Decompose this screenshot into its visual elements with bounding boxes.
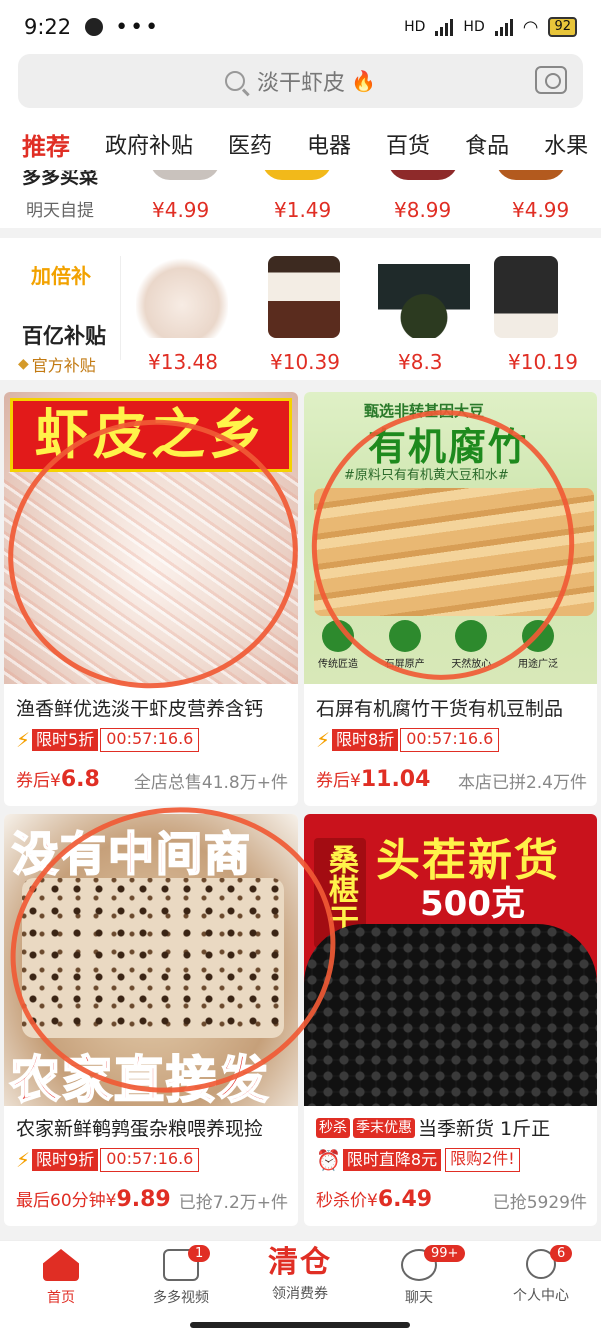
product-price: ¥10.39 xyxy=(270,350,340,374)
product-price: ¥8.99 xyxy=(394,198,452,222)
subsidy-title: 百亿补贴 xyxy=(22,324,106,348)
search-query: 淡干虾皮 xyxy=(257,71,346,96)
home-indicator[interactable] xyxy=(190,1322,410,1328)
tab-fruit[interactable]: 水果 xyxy=(544,128,588,160)
clock: 9:22 xyxy=(24,15,72,39)
lightning-icon: ⚡ xyxy=(316,728,331,752)
purchase-limit: 限购2件! xyxy=(445,1148,520,1172)
product-price: ¥8.3 xyxy=(398,350,443,374)
hot-flame-icon: 🔥 xyxy=(351,69,376,93)
tab-appliance[interactable]: 电器 xyxy=(307,128,351,160)
grocery-label: 多多买菜 xyxy=(22,170,99,188)
lightning-icon: ⚡ xyxy=(16,728,31,752)
flash-sale-tag: ⚡ 限时5折 00:57:16.6 xyxy=(16,728,200,752)
battery-icon: 92 xyxy=(548,17,577,37)
sold-count: 本店已拼2.4万件 xyxy=(457,773,587,793)
product-thumb[interactable] xyxy=(496,170,566,180)
signal-icon xyxy=(435,18,454,36)
search-bar[interactable]: 淡干虾皮 🔥 xyxy=(18,54,583,108)
mulberry-pile xyxy=(304,924,597,1106)
bottom-nav: 首页 1 多多视频 清仓 领消费券 99+ 聊天 6 个人中心 xyxy=(0,1240,601,1334)
product-price: ¥4.99 xyxy=(512,198,570,222)
notification-icon xyxy=(85,18,104,36)
product-name: 石屏有机腐竹干货有机豆制品 xyxy=(316,698,564,720)
sold-count: 已抢7.2万+件 xyxy=(178,1193,288,1213)
flash-sale-tag: ⏰ 限时直降8元 限购2件! xyxy=(316,1148,520,1172)
tab-medicine[interactable]: 医药 xyxy=(228,128,272,160)
nav-video[interactable]: 1 多多视频 xyxy=(126,1245,236,1307)
search-area: 淡干虾皮 🔥 xyxy=(0,54,601,118)
nav-chat[interactable]: 99+ 聊天 xyxy=(364,1245,474,1307)
clearance-label: 清仓 xyxy=(268,1245,332,1280)
product-price: ¥13.48 xyxy=(148,350,218,374)
product-thumb-bag[interactable] xyxy=(494,256,558,338)
lightning-icon: ⚡ xyxy=(16,1148,31,1172)
product-thumb[interactable] xyxy=(262,170,332,180)
subsidy-strip[interactable]: 加倍补 百亿补贴 ◆ 官方补贴 ¥13.48 ¥10.39 ¥8.3 ¥10.19 xyxy=(0,238,601,380)
product-thumb-beans[interactable] xyxy=(378,256,470,338)
feature-label: 传统匠造 xyxy=(318,659,358,670)
wifi-icon: ◠ xyxy=(522,16,539,38)
product-price: ¥10.19 xyxy=(508,350,578,374)
hd-label: HD xyxy=(404,19,426,35)
tab-food[interactable]: 食品 xyxy=(465,128,509,160)
product-price: ¥1.49 xyxy=(274,198,332,222)
product-thumb[interactable] xyxy=(388,170,458,180)
chat-badge: 99+ xyxy=(424,1245,466,1262)
product-image: 桑椹干 头茬新货 500克 xyxy=(304,814,597,1106)
flash-sale-tag: ⚡ 限时9折 00:57:16.6 xyxy=(16,1148,200,1172)
countdown-timer: 00:57:16.6 xyxy=(100,728,200,752)
product-name: 当季新货 1斤正 xyxy=(418,1118,551,1140)
discount-label: 限时9折 xyxy=(32,1149,99,1171)
product-price: 秒杀价¥6.49 xyxy=(316,1187,433,1212)
banner-weight: 500克 xyxy=(420,884,525,924)
signal-icon-2 xyxy=(494,18,513,36)
season-discount-badge: 季末优惠 xyxy=(353,1117,415,1138)
double-subsidy-badge: 加倍补 xyxy=(31,264,91,288)
product-name: 渔香鲜优选淡干虾皮营养含钙 xyxy=(16,698,264,720)
discount-label: 限时8折 xyxy=(332,729,399,751)
flash-sale-tag: ⚡ 限时8折 00:57:16.6 xyxy=(316,728,500,752)
product-price: ¥4.99 xyxy=(152,198,210,222)
feature-label: 用途广泛 xyxy=(517,659,558,670)
product-name: 农家新鲜鹌鹑蛋杂粮喂养现捡 xyxy=(16,1118,264,1140)
countdown-timer: 00:57:16.6 xyxy=(100,1148,200,1172)
tab-general-goods[interactable]: 百货 xyxy=(386,128,430,160)
alarm-icon: ⏰ xyxy=(316,1148,341,1172)
status-bar: 9:22 ••• HD HD ◠ 92 xyxy=(0,0,601,54)
product-thumb-shrimp[interactable] xyxy=(136,256,228,338)
tab-recommend[interactable]: 推荐 xyxy=(22,127,70,162)
discount-label: 限时直降8元 xyxy=(342,1149,442,1171)
camera-icon[interactable] xyxy=(535,66,567,94)
sold-count: 全店总售41.8万+件 xyxy=(133,773,288,793)
product-price: 券后¥11.04 xyxy=(316,767,431,792)
product-price: 券后¥6.8 xyxy=(16,767,100,792)
product-thumb[interactable] xyxy=(150,170,220,180)
countdown-timer: 00:57:16.6 xyxy=(400,728,500,752)
grocery-sublabel: 明天自提 xyxy=(26,201,94,221)
diamond-icon: ◆ xyxy=(18,356,29,372)
seckill-badge: 秒杀 xyxy=(316,1117,350,1138)
video-badge: 1 xyxy=(188,1245,211,1262)
product-thumb-jar[interactable] xyxy=(268,256,340,338)
category-tabs: 推荐 政府补贴 医药 电器 百货 食品 水果 xyxy=(0,118,601,170)
home-icon xyxy=(43,1249,79,1281)
more-notifications-icon: ••• xyxy=(115,14,161,40)
official-subsidy-label: ◆ 官方补贴 xyxy=(18,356,96,375)
sold-count: 已抢5929件 xyxy=(492,1193,587,1213)
nav-home[interactable]: 首页 xyxy=(6,1249,116,1307)
divider xyxy=(120,256,121,360)
tab-gov-subsidy[interactable]: 政府补贴 xyxy=(105,128,193,160)
profile-badge: 6 xyxy=(550,1245,573,1262)
grocery-strip[interactable]: 多多买菜 明天自提 ¥4.99 ¥1.49 ¥8.99 ¥4.99 xyxy=(0,170,601,228)
product-card-mulberry[interactable]: 桑椹干 头茬新货 500克 秒杀 季末优惠 当季新货 1斤正 ⏰ 限时直降8元 … xyxy=(304,814,597,1226)
nav-profile[interactable]: 6 个人中心 xyxy=(486,1245,596,1305)
product-name-row: 秒杀 季末优惠 当季新货 1斤正 xyxy=(316,1114,550,1141)
discount-label: 限时5折 xyxy=(32,729,99,751)
search-icon xyxy=(225,71,246,91)
nav-clearance[interactable]: 清仓 领消费券 xyxy=(245,1245,355,1303)
product-price: 最后60分钟¥9.89 xyxy=(16,1187,171,1212)
hd-label-2: HD xyxy=(463,19,485,35)
